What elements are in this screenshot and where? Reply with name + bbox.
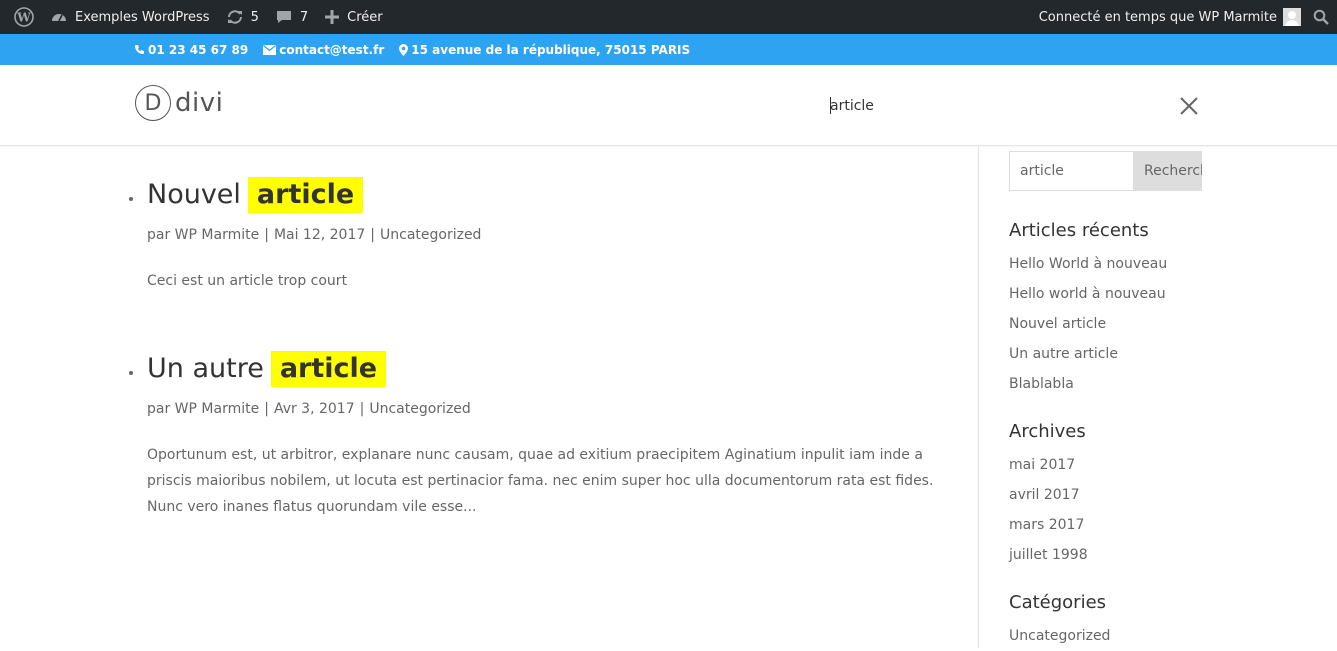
post-item: Nouvel article par WP Marmite | Mai 12, 20… [129, 177, 937, 294]
avatar[interactable] [1283, 8, 1301, 26]
widget-title: Catégories [1009, 592, 1107, 613]
sidebar-divider [978, 146, 979, 648]
post-title-text: Un autre [147, 353, 264, 384]
updates-link[interactable]: 5 [218, 0, 267, 34]
categories-widget: Catégories Uncategorized [1009, 591, 1209, 651]
site-logo[interactable]: D divi [135, 85, 223, 121]
site-name: Exemples WordPress [75, 9, 210, 25]
address-info: 15 avenue de la république, 75015 PARIS [399, 43, 690, 57]
post-excerpt: Ceci est un article trop court [147, 273, 348, 289]
plus-icon [325, 10, 340, 24]
svg-text:W: W [16, 11, 31, 25]
logo-mark: D [135, 85, 171, 121]
post-category[interactable]: Uncategorized [369, 401, 470, 417]
recent-post-link[interactable]: Un autre article [1009, 339, 1209, 369]
comments-link[interactable]: 7 [267, 0, 316, 34]
updates-icon [227, 10, 242, 24]
recent-post-link[interactable]: Hello World à nouveau [1009, 249, 1209, 279]
search-highlight: article [270, 351, 387, 387]
archives-widget: Archives mai 2017 avril 2017 mars 2017 j… [1009, 420, 1209, 570]
archive-link[interactable]: mars 2017 [1009, 510, 1209, 540]
logo-text: divi [175, 88, 224, 118]
widget-title: Archives [1009, 421, 1086, 442]
search-results: Nouvel article par WP Marmite | Mai 12, 20… [0, 146, 978, 648]
post-title-link[interactable]: Nouvel article [147, 177, 937, 213]
search-icon[interactable] [1313, 9, 1329, 25]
post-excerpt: Oportunum est, ut arbitror, explanare nu… [147, 447, 934, 515]
post-date: Mai 12, 2017 [273, 227, 366, 243]
phone-number: 01 23 45 67 89 [148, 42, 249, 57]
wordpress-logo-button[interactable]: W [6, 0, 42, 34]
recent-post-link[interactable]: Hello world à nouveau [1009, 279, 1209, 309]
post-meta: par WP Marmite | Avr 3, 2017 | Uncategorized [147, 401, 471, 417]
close-search-icon[interactable] [1178, 95, 1200, 117]
comments-count: 7 [299, 9, 309, 25]
wordpress-icon: W [14, 7, 34, 27]
new-label: Créer [347, 9, 383, 25]
post-item: Un autre article par WP Marmite | Avr 3, 2… [129, 351, 937, 520]
email-address: contact@test.fr [279, 42, 385, 57]
text-cursor [830, 97, 831, 114]
sidebar-search-form: Rechercher [1009, 151, 1202, 191]
top-info-bar: 01 23 45 67 89 contact@test.fr 15 avenue… [0, 34, 1337, 65]
archive-link[interactable]: avril 2017 [1009, 480, 1209, 510]
address-text: 15 avenue de la république, 75015 PARIS [411, 42, 691, 57]
updates-count: 5 [250, 9, 259, 25]
post-author[interactable]: par WP Marmite [147, 401, 259, 417]
archive-link[interactable]: mai 2017 [1009, 450, 1209, 480]
post-title-link[interactable]: Un autre article [147, 351, 937, 387]
email-info[interactable]: contact@test.fr [263, 43, 384, 57]
recent-post-link[interactable]: Blablabla [1009, 369, 1209, 399]
dashboard-icon [52, 14, 66, 22]
new-content-link[interactable]: Créer [316, 0, 390, 34]
category-link[interactable]: Uncategorized [1009, 621, 1209, 651]
phone-info: 01 23 45 67 89 [134, 43, 248, 57]
phone-icon [135, 45, 144, 54]
search-highlight: article [247, 177, 364, 213]
recent-post-link[interactable]: Nouvel article [1009, 309, 1209, 339]
post-author[interactable]: par WP Marmite [147, 227, 259, 243]
sidebar-search-button[interactable]: Rechercher [1133, 151, 1202, 191]
post-title-text: Nouvel [147, 179, 241, 210]
wp-admin-bar: W Exemples WordPress 5 7 Créer Connecté … [0, 0, 1337, 34]
archive-link[interactable]: juillet 1998 [1009, 540, 1209, 570]
sidebar-search-input[interactable] [1009, 151, 1133, 191]
comment-bubble-icon [276, 11, 291, 23]
account-link[interactable]: Connecté en temps que WP Marmite [1039, 10, 1277, 25]
site-header: D divi [0, 65, 1337, 146]
post-meta: par WP Marmite | Mai 12, 2017 | Uncategorize… [147, 227, 482, 243]
list-bullet [129, 371, 133, 375]
post-date: Avr 3, 2017 [273, 401, 355, 417]
site-name-link[interactable]: Exemples WordPress [42, 0, 218, 34]
recent-posts-widget: Articles récents Hello World à nouveau H… [1009, 219, 1209, 399]
envelope-icon [263, 44, 277, 55]
map-marker-icon [399, 43, 409, 56]
header-search-input[interactable] [830, 95, 1150, 117]
list-bullet [129, 197, 133, 201]
widget-title: Articles récents [1009, 220, 1149, 241]
post-category[interactable]: Uncategorized [380, 227, 481, 243]
